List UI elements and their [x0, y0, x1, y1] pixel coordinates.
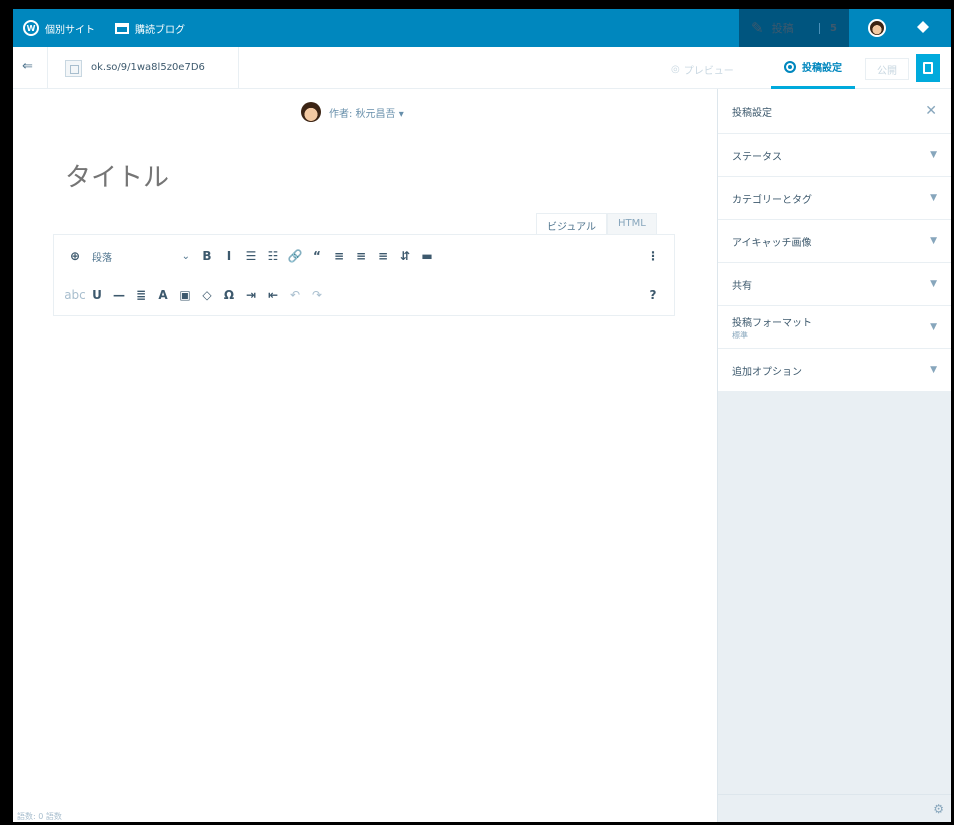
back-button[interactable]: ⇐ [22, 59, 33, 74]
special-character-icon[interactable]: Ω [218, 284, 240, 306]
my-sites-label: 個別サイト [45, 24, 95, 36]
site-url[interactable]: ok.so/9/1wa8l5z0e7D6 [91, 62, 205, 73]
editor-area: 作者: 秋元昌吾 ▾ ビジュアル HTML ⊕ 段落 ⌄ B I ☰ ☷ 🔗 “… [13, 89, 717, 822]
formatting-toolbar: ⊕ 段落 ⌄ B I ☰ ☷ 🔗 “ ≡ ≡ ≡ ⇵ ▬ ⋮ abc U — ≣… [53, 234, 675, 316]
toolbar-toggle-icon[interactable]: ▬ [416, 245, 438, 267]
reader-link[interactable]: 購読ブログ [105, 9, 195, 47]
panel-featured-image[interactable]: アイキャッチ画像 ▼ [718, 220, 951, 263]
author-selector[interactable]: 作者: 秋元昌吾 ▾ [301, 102, 404, 122]
reader-label: 購読ブログ [135, 24, 185, 36]
panel-label: 追加オプション [732, 366, 802, 378]
title-input[interactable] [65, 163, 665, 193]
numbered-list-icon[interactable]: ☷ [262, 245, 284, 267]
panel-label: カテゴリーとタグ [732, 194, 812, 206]
write-button[interactable]: ✎ 投稿 5 [739, 9, 849, 47]
write-count: 5 [819, 22, 837, 34]
more-options-icon[interactable]: ⋮ [642, 245, 664, 267]
gear-icon [784, 60, 796, 73]
panel-label: ステータス [732, 151, 782, 163]
sidebar-title: 投稿設定 [732, 107, 772, 119]
strikethrough-icon[interactable]: abc [64, 284, 86, 306]
panel-label: 共有 [732, 280, 752, 292]
paragraph-select[interactable]: 段落 ⌄ [86, 249, 196, 264]
panel-categories-tags[interactable]: カテゴリーとタグ ▼ [718, 177, 951, 220]
undo-icon[interactable]: ↶ [284, 284, 306, 306]
align-right-icon[interactable]: ≡ [372, 245, 394, 267]
link-icon[interactable]: 🔗 [284, 245, 306, 267]
panel-label: アイキャッチ画像 [732, 237, 812, 249]
outdent-icon[interactable]: ⇤ [262, 284, 284, 306]
settings-label: 投稿設定 [802, 63, 842, 74]
word-count: 語数: 0 語数 [17, 812, 62, 821]
preview-label: プレビュー [683, 66, 734, 77]
sidebar-header: 投稿設定 ✕ [718, 89, 951, 134]
chevron-down-icon: ▼ [930, 279, 937, 289]
chevron-down-icon: ▼ [930, 365, 937, 375]
insert-more-icon[interactable]: ⇵ [394, 245, 416, 267]
write-icon: ✎ [751, 19, 764, 37]
reader-icon [115, 22, 129, 34]
italic-icon[interactable]: I [218, 245, 240, 267]
clear-formatting-icon[interactable]: ◇ [196, 284, 218, 306]
my-sites-link[interactable]: W 個別サイト [13, 9, 105, 47]
text-color-icon[interactable]: A [152, 284, 174, 306]
panel-label: 投稿フォーマット [732, 317, 812, 329]
chevron-down-icon: ▼ [930, 193, 937, 203]
author-avatar [301, 102, 321, 122]
save-button[interactable] [916, 54, 940, 82]
settings-panels: ステータス ▼ カテゴリーとタグ ▼ アイキャッチ画像 ▼ 共有 ▼ 投稿フォー… [718, 134, 951, 392]
paragraph-select-value: 段落 [92, 252, 112, 264]
add-media-icon[interactable]: ⊕ [64, 245, 86, 267]
indent-icon[interactable]: ⇥ [240, 284, 262, 306]
site-icon [65, 60, 82, 77]
panel-status[interactable]: ステータス ▼ [718, 134, 951, 177]
panel-post-format[interactable]: 投稿フォーマット 標準 ▼ [718, 306, 951, 349]
write-label: 投稿 [771, 22, 794, 35]
preview-button[interactable]: ◎ プレビュー [671, 62, 734, 77]
author-label: 作者: 秋元昌吾 ▾ [329, 108, 404, 120]
align-center-icon[interactable]: ≡ [350, 245, 372, 267]
underline-icon[interactable]: U [86, 284, 108, 306]
help-icon[interactable]: ? [642, 284, 664, 306]
chevron-down-icon: ▼ [930, 322, 937, 332]
divider [238, 47, 239, 89]
settings-gear-icon[interactable]: ⚙ [933, 802, 944, 816]
chevron-down-icon: ⌄ [181, 250, 190, 262]
panel-more-options[interactable]: 追加オプション ▼ [718, 349, 951, 392]
horizontal-rule-icon[interactable]: — [108, 284, 130, 306]
redo-icon[interactable]: ↷ [306, 284, 328, 306]
panel-sublabel: 標準 [732, 330, 748, 340]
quote-icon[interactable]: “ [306, 245, 328, 267]
align-left-icon[interactable]: ≡ [328, 245, 350, 267]
app-window: W 個別サイト 購読ブログ ✎ 投稿 5 ⇐ ok.so/9/1wa8l5z0e… [13, 9, 951, 822]
toolbar-row-2: abc U — ≣ A ▣ ◇ Ω ⇥ ⇤ ↶ ↷ ? [54, 276, 674, 314]
eye-icon: ◎ [671, 64, 680, 75]
user-avatar[interactable] [868, 19, 886, 37]
sidebar-footer: ⚙ [718, 794, 951, 822]
editor-toolbar: ⇐ ok.so/9/1wa8l5z0e7D6 ◎ プレビュー 投稿設定 公開 [13, 47, 951, 89]
panel-sharing[interactable]: 共有 ▼ [718, 263, 951, 306]
post-settings-tab[interactable]: 投稿設定 [771, 47, 855, 89]
bold-icon[interactable]: B [196, 245, 218, 267]
close-icon[interactable]: ✕ [925, 103, 937, 119]
notifications-icon[interactable] [916, 20, 930, 34]
paste-text-icon[interactable]: ▣ [174, 284, 196, 306]
chevron-down-icon: ▼ [930, 236, 937, 246]
chevron-down-icon: ▼ [930, 150, 937, 160]
toolbar-row-1: ⊕ 段落 ⌄ B I ☰ ☷ 🔗 “ ≡ ≡ ≡ ⇵ ▬ ⋮ [54, 237, 674, 275]
wordpress-logo-icon: W [23, 20, 39, 36]
panel-label-group: 投稿フォーマット 標準 [732, 314, 812, 341]
post-settings-sidebar: 投稿設定 ✕ ステータス ▼ カテゴリーとタグ ▼ アイキャッチ画像 ▼ 共有 … [717, 89, 951, 822]
save-icon [923, 62, 933, 74]
justify-icon[interactable]: ≣ [130, 284, 152, 306]
divider [47, 47, 48, 89]
bullet-list-icon[interactable]: ☰ [240, 245, 262, 267]
publish-button[interactable]: 公開 [865, 58, 909, 80]
